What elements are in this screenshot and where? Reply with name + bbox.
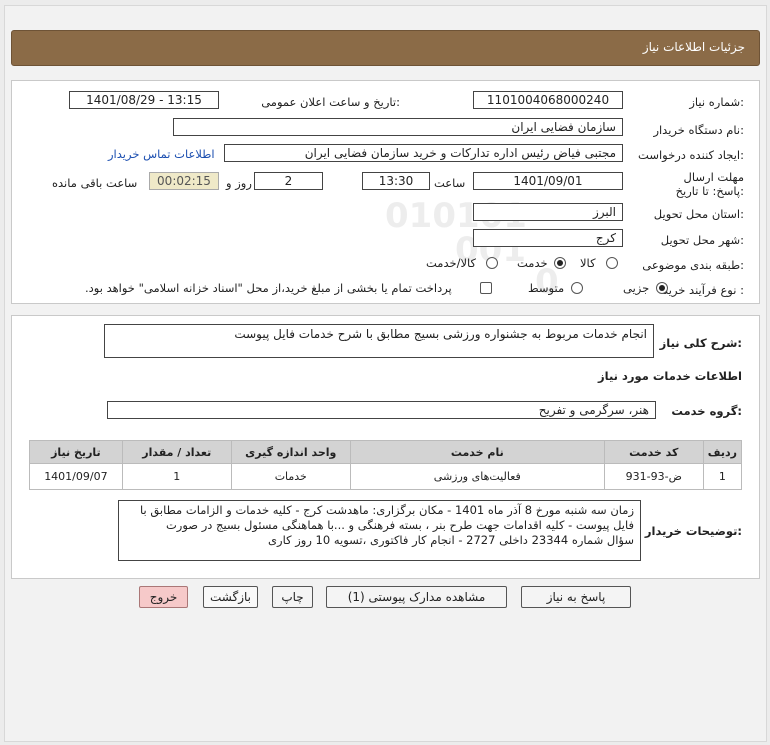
creator-field: مجتبی فیاض رئیس اداره تدارکات و خرید ساز…: [224, 144, 623, 162]
view-attachments-button[interactable]: مشاهده مدارک پیوستی (1): [326, 586, 507, 608]
notes-line-3: سؤال شماره 23344 داخلی 2727 - انجام کار …: [268, 533, 634, 547]
cell-row: 1: [702, 463, 743, 490]
col-date: تاریخ نیاز: [29, 440, 123, 464]
need-number-label: شماره نیاز:: [689, 95, 744, 109]
announce-field: 1401/08/29 - 13:15: [69, 91, 219, 109]
cell-date: 1401/09/07: [29, 463, 123, 490]
days-field: 2: [254, 172, 323, 190]
deadline-label: مهلت ارسال پاسخ: تا تاریخ:: [675, 170, 744, 198]
buyer-notes-box: زمان سه شنبه مورخ 8 آذر ماه 1401 - مکان …: [118, 500, 641, 561]
col-row: ردیف: [702, 440, 743, 464]
category-radio-goods-service[interactable]: [486, 257, 498, 269]
category-radio-service[interactable]: [554, 257, 566, 269]
category-option-goods: کالا: [580, 256, 596, 270]
col-name: نام خدمت: [349, 440, 605, 464]
col-unit: واحد اندازه گیری: [230, 440, 351, 464]
category-option-goods-service: کالا/خدمت: [426, 256, 477, 270]
contact-buyer-link[interactable]: اطلاعات تماس خریدار: [108, 147, 215, 161]
cell-unit: خدمات: [230, 463, 351, 490]
category-radio-goods[interactable]: [606, 257, 618, 269]
days-label: روز و: [226, 176, 252, 190]
page-title: جزئیات اطلاعات نیاز: [642, 40, 745, 54]
treasury-payment-checkbox[interactable]: [480, 282, 492, 294]
process-type-label: نوع فرآیند خرید :: [662, 283, 744, 297]
exit-button[interactable]: خروج: [139, 586, 188, 608]
announce-label: تاریخ و ساعت اعلان عمومی:: [261, 95, 400, 109]
deadline-date-field: 1401/09/01: [473, 172, 623, 190]
services-table: ردیف کد خدمت نام خدمت واحد اندازه گیری ت…: [29, 440, 743, 490]
reply-button[interactable]: پاسخ به نیاز: [521, 586, 631, 608]
services-heading: اطلاعات خدمات مورد نیاز: [598, 369, 742, 383]
service-group-field: هنر، سرگرمی و تفریح: [107, 401, 656, 419]
category-option-service: خدمت: [517, 256, 548, 270]
city-field: کرج: [473, 229, 623, 247]
province-field: البرز: [473, 203, 623, 221]
creator-label: ایجاد کننده درخواست:: [638, 148, 744, 162]
print-button[interactable]: چاپ: [272, 586, 313, 608]
buyer-org-field: سازمان فضایی ایران: [173, 118, 623, 136]
process-option-medium: متوسط: [528, 281, 565, 295]
need-number-field: 1101004068000240: [473, 91, 623, 109]
cell-code: ض-93-931: [603, 463, 704, 490]
services-table-header: ردیف کد خدمت نام خدمت واحد اندازه گیری ت…: [29, 440, 743, 464]
table-row: 1 ض-93-931 فعالیت‌های ورزشی خدمات 1 1401…: [29, 463, 743, 490]
process-option-minor: جزیی: [623, 281, 650, 295]
page-header: جزئیات اطلاعات نیاز: [11, 30, 760, 66]
payment-note: پرداخت تمام یا بخشی از مبلغ خرید،از محل …: [85, 281, 452, 295]
buyer-org-label: نام دستگاه خریدار:: [653, 123, 744, 137]
summary-field: انجام خدمات مربوط به جشنواره ورزشی بسیج …: [104, 324, 654, 358]
col-code: کد خدمت: [603, 440, 704, 464]
notes-line-2: فایل پیوست - کلیه اقدامات جهت طرح بنر ، …: [165, 518, 634, 532]
province-label: استان محل تحویل:: [653, 207, 744, 221]
service-group-label: گروه خدمت:: [671, 404, 742, 418]
city-label: شهر محل تحویل:: [660, 233, 744, 247]
notes-line-1: زمان سه شنبه مورخ 8 آذر ماه 1401 - مکان …: [139, 503, 634, 517]
back-button[interactable]: بازگشت: [203, 586, 258, 608]
process-radio-medium[interactable]: [571, 282, 583, 294]
remaining-label: ساعت باقی مانده: [52, 176, 138, 190]
col-qty: تعداد / مقدار: [121, 440, 232, 464]
summary-label: شرح کلی نیاز:: [659, 336, 742, 350]
deadline-time-label: ساعت: [434, 176, 466, 190]
process-radio-minor[interactable]: [656, 282, 668, 294]
category-label: طبقه بندی موضوعی:: [642, 258, 744, 272]
cell-qty: 1: [121, 463, 232, 490]
remaining-time-field: 00:02:15: [149, 172, 219, 190]
cell-name: فعالیت‌های ورزشی: [349, 463, 605, 490]
deadline-time-field: 13:30: [362, 172, 430, 190]
buyer-notes-label: توضیحات خریدار:: [644, 524, 742, 538]
